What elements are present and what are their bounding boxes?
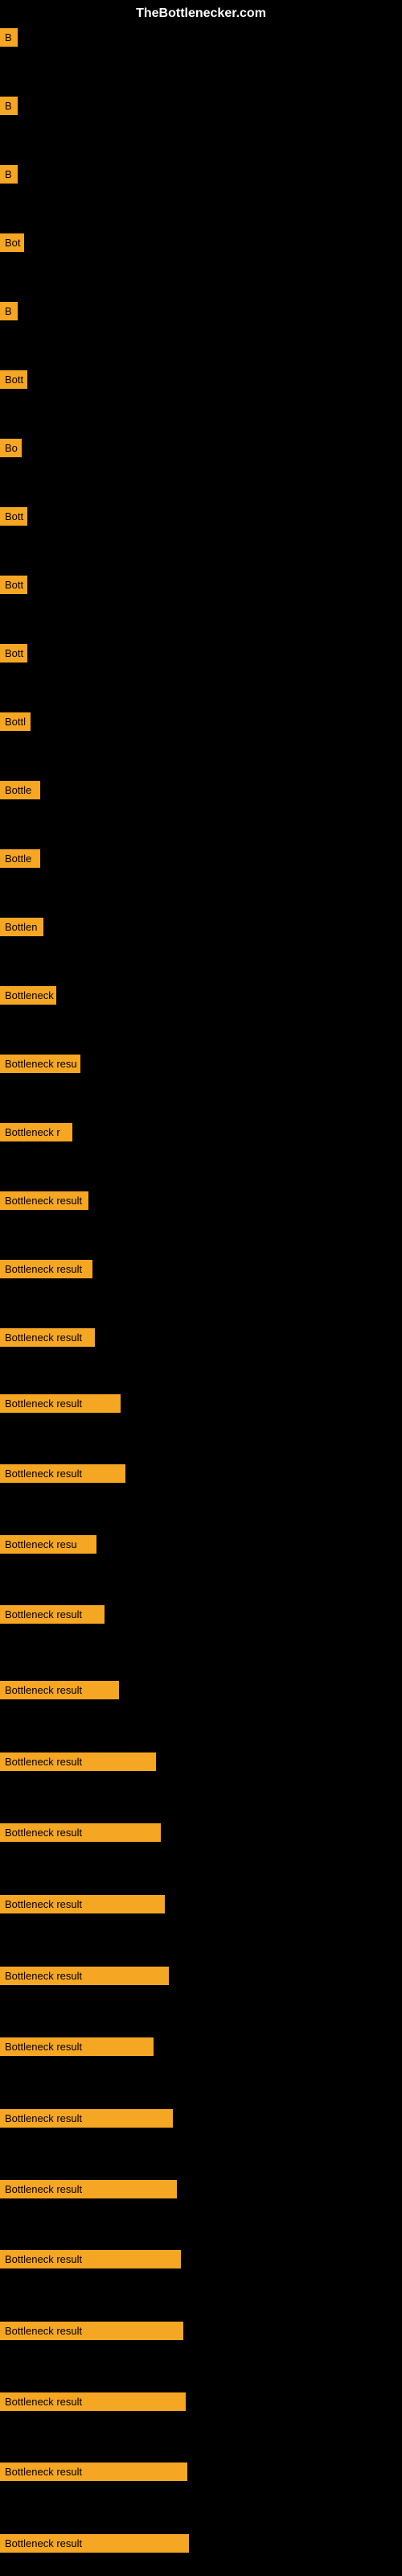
bottleneck-result-item: Bottle bbox=[0, 781, 40, 799]
bottleneck-result-item: Bottleneck bbox=[0, 986, 56, 1005]
bottleneck-result-item: Bo bbox=[0, 439, 22, 457]
bottleneck-result-item: Bottleneck result bbox=[0, 1260, 92, 1278]
bottleneck-result-item: Bottleneck result bbox=[0, 1823, 161, 1842]
bottleneck-result-item: Bottleneck result bbox=[0, 2534, 189, 2553]
bottleneck-result-item: Bottleneck result bbox=[0, 2180, 177, 2198]
bottleneck-result-item: Bottleneck result bbox=[0, 2322, 183, 2340]
bottleneck-result-item: Bottleneck result bbox=[0, 1394, 121, 1413]
bottleneck-result-item: Bottleneck result bbox=[0, 1328, 95, 1347]
bottleneck-result-item: Bottleneck result bbox=[0, 1191, 88, 1210]
bottleneck-result-item: Bottleneck result bbox=[0, 1895, 165, 1913]
site-title: TheBottlenecker.com bbox=[136, 6, 266, 21]
bottleneck-result-item: Bottleneck result bbox=[0, 2392, 186, 2411]
bottleneck-result-item: B bbox=[0, 28, 18, 47]
bottleneck-result-item: Bot bbox=[0, 233, 24, 252]
bottleneck-result-item: Bott bbox=[0, 576, 27, 594]
bottleneck-result-item: Bott bbox=[0, 507, 27, 526]
bottleneck-result-item: Bott bbox=[0, 370, 27, 389]
bottleneck-result-item: Bottleneck result bbox=[0, 1752, 156, 1771]
bottleneck-result-item: Bott bbox=[0, 644, 27, 663]
bottleneck-result-item: Bottlen bbox=[0, 918, 43, 936]
bottleneck-result-item: Bottleneck result bbox=[0, 1605, 105, 1624]
bottleneck-result-item: Bottleneck result bbox=[0, 1681, 119, 1699]
bottleneck-result-item: Bottleneck r bbox=[0, 1123, 72, 1141]
bottleneck-result-item: Bottleneck result bbox=[0, 2109, 173, 2128]
bottleneck-result-item: B bbox=[0, 165, 18, 184]
bottleneck-result-item: Bottleneck resu bbox=[0, 1535, 96, 1554]
bottleneck-result-item: Bottleneck result bbox=[0, 1464, 125, 1483]
bottleneck-result-item: B bbox=[0, 97, 18, 115]
bottleneck-result-item: Bottle bbox=[0, 849, 40, 868]
bottleneck-result-item: Bottleneck result bbox=[0, 2462, 187, 2481]
bottleneck-result-item: Bottleneck resu bbox=[0, 1055, 80, 1073]
bottleneck-result-item: Bottleneck result bbox=[0, 2037, 154, 2056]
bottleneck-result-item: B bbox=[0, 302, 18, 320]
bottleneck-result-item: Bottleneck result bbox=[0, 2250, 181, 2268]
bottleneck-result-item: Bottleneck result bbox=[0, 1967, 169, 1985]
bottleneck-result-item: Bottl bbox=[0, 712, 31, 731]
